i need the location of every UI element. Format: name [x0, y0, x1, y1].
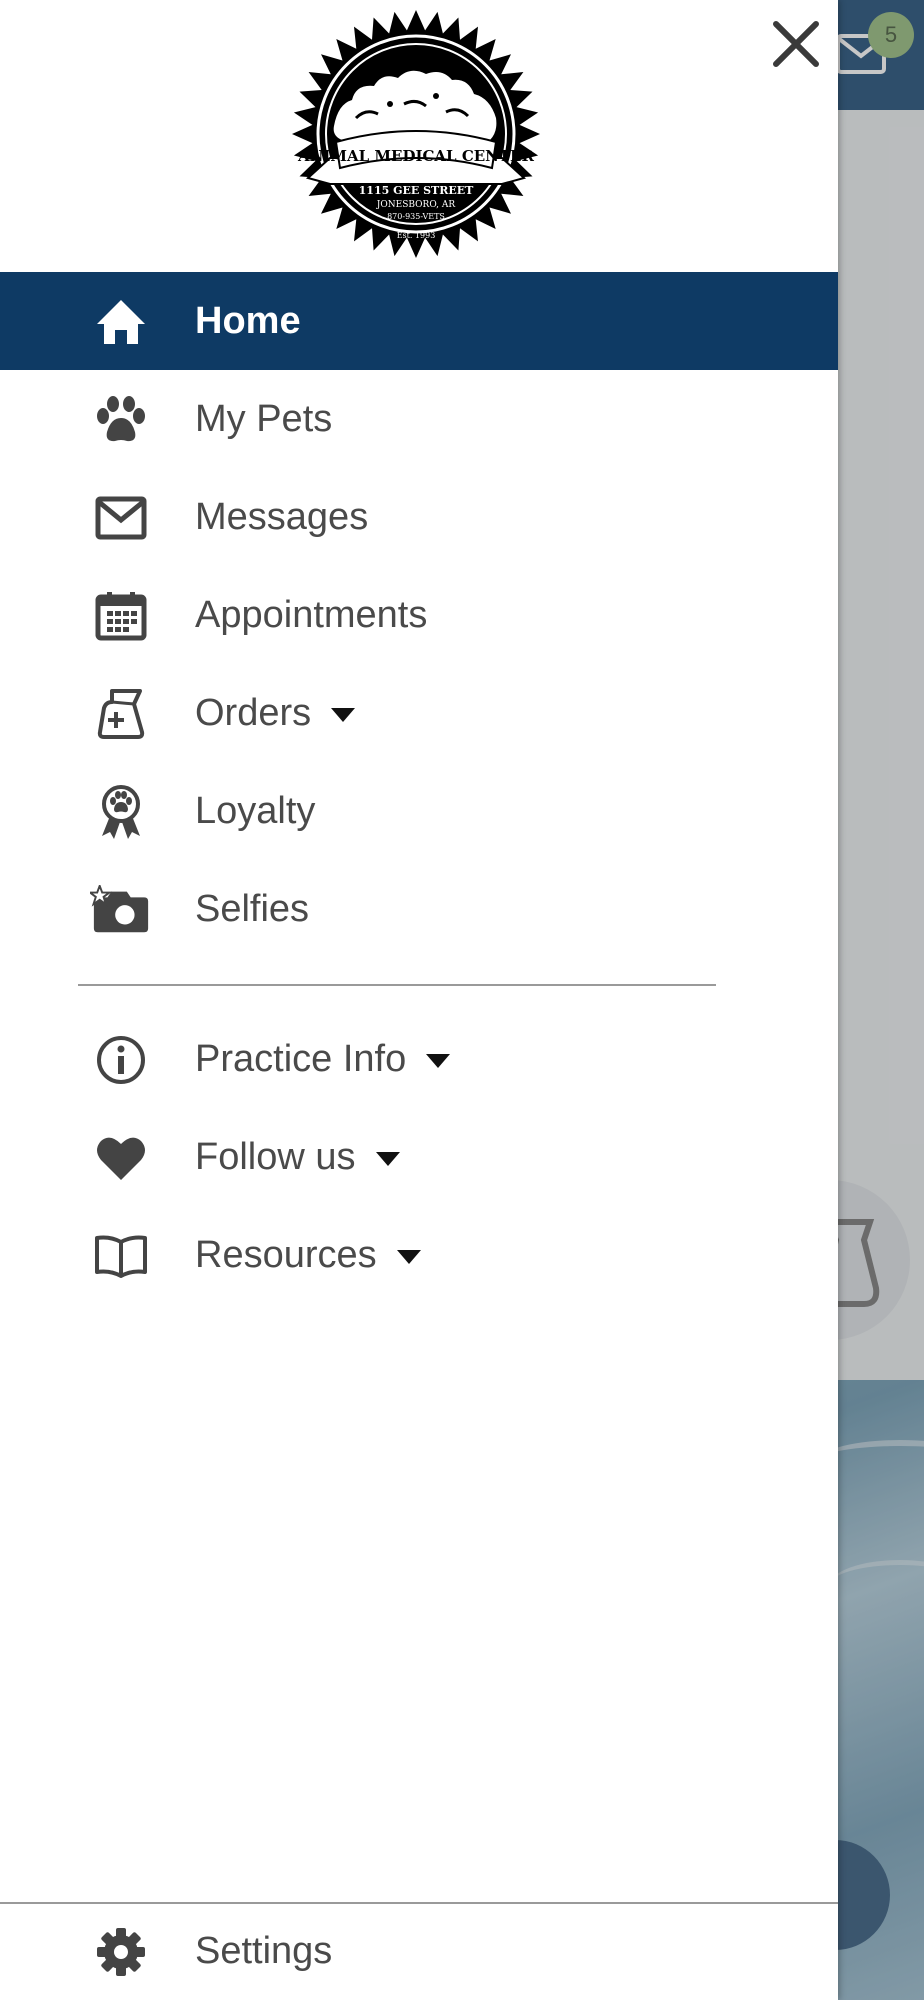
camera-icon: [90, 884, 152, 936]
nav-item-my-pets[interactable]: My Pets: [0, 370, 838, 468]
calendar-icon: [90, 590, 152, 642]
nav-item-label: My Pets: [195, 398, 333, 440]
navigation-drawer: ANIMAL MEDICAL CENTER 1115 GEE STREET JO…: [0, 0, 838, 2000]
info-icon: [90, 1034, 152, 1086]
nav-item-label: Practice Info: [195, 1010, 451, 1108]
nav-item-follow-us[interactable]: Follow us: [0, 1108, 838, 1206]
nav-item-label: Messages: [195, 496, 369, 538]
resources-label-text: Resources: [195, 1234, 377, 1276]
logo-title: ANIMAL MEDICAL CENTER: [297, 147, 534, 165]
food-bag-icon: [90, 688, 152, 740]
close-icon[interactable]: [764, 12, 828, 76]
chevron-down-icon: [331, 707, 356, 722]
chevron-down-icon: [396, 1249, 421, 1264]
follow-us-label-text: Follow us: [195, 1136, 356, 1178]
paw-icon: [90, 394, 152, 446]
nav-item-settings[interactable]: Settings: [0, 1902, 838, 2000]
nav-item-home[interactable]: Home: [0, 272, 838, 370]
nav-item-practice-info[interactable]: Practice Info: [0, 1010, 838, 1108]
nav-item-label: Settings: [195, 1930, 333, 1972]
nav-item-loyalty[interactable]: Loyalty: [0, 762, 838, 860]
nav-item-appointments[interactable]: Appointments: [0, 566, 838, 664]
orders-label-text: Orders: [195, 692, 312, 734]
nav-item-label: Home: [195, 300, 301, 342]
award-ribbon-icon: [90, 785, 152, 839]
heart-icon: [90, 1132, 152, 1184]
nav-item-label: Follow us: [195, 1108, 400, 1206]
nav-item-resources[interactable]: Resources: [0, 1206, 838, 1304]
practice-logo: ANIMAL MEDICAL CENTER 1115 GEE STREET JO…: [292, 10, 540, 258]
nav-item-label: Selfies: [195, 888, 310, 930]
nav-item-label: Loyalty: [195, 790, 316, 832]
nav-item-selfies[interactable]: Selfies: [0, 860, 838, 958]
chevron-down-icon: [426, 1053, 451, 1068]
logo-address-city: JONESBORO, AR: [376, 200, 456, 210]
chevron-down-icon: [375, 1151, 400, 1166]
logo-address-street: 1115 GEE STREET: [359, 184, 474, 197]
logo-phone: 870-935-VETS: [387, 212, 445, 221]
nav-item-label: Resources: [195, 1206, 421, 1304]
nav-item-orders[interactable]: Orders: [0, 664, 838, 762]
gear-icon: [90, 1926, 152, 1978]
nav-item-messages[interactable]: Messages: [0, 468, 838, 566]
nav-item-label: Appointments: [195, 594, 428, 636]
logo-established: Est. 1993: [397, 231, 436, 240]
envelope-icon: [90, 492, 152, 544]
nav-divider: [78, 984, 716, 986]
home-icon: [90, 296, 152, 348]
nav-item-label: Orders: [195, 664, 356, 762]
book-icon: [90, 1230, 152, 1282]
practice-info-label-text: Practice Info: [195, 1038, 407, 1080]
